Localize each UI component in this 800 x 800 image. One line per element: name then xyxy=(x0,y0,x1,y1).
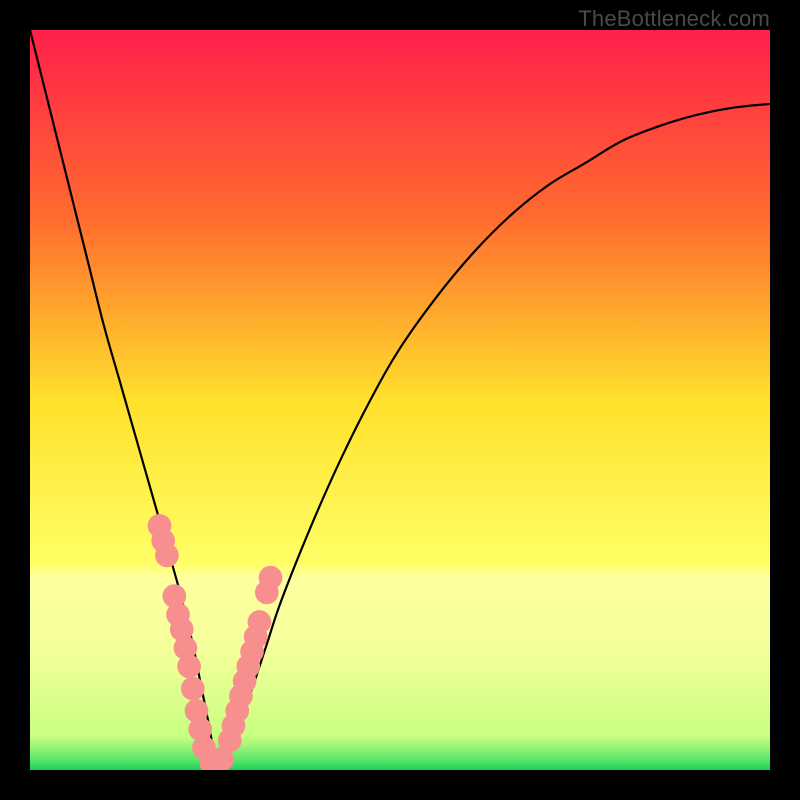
plot-area xyxy=(30,30,770,770)
chart-frame: TheBottleneck.com xyxy=(0,0,800,800)
data-marker xyxy=(259,566,283,590)
curve-layer xyxy=(30,30,770,770)
data-markers xyxy=(148,514,283,770)
data-marker xyxy=(248,610,272,634)
bottleneck-curve xyxy=(30,30,770,763)
data-marker xyxy=(177,655,201,679)
data-marker xyxy=(181,677,205,701)
watermark-text: TheBottleneck.com xyxy=(578,6,770,32)
data-marker xyxy=(155,544,179,568)
